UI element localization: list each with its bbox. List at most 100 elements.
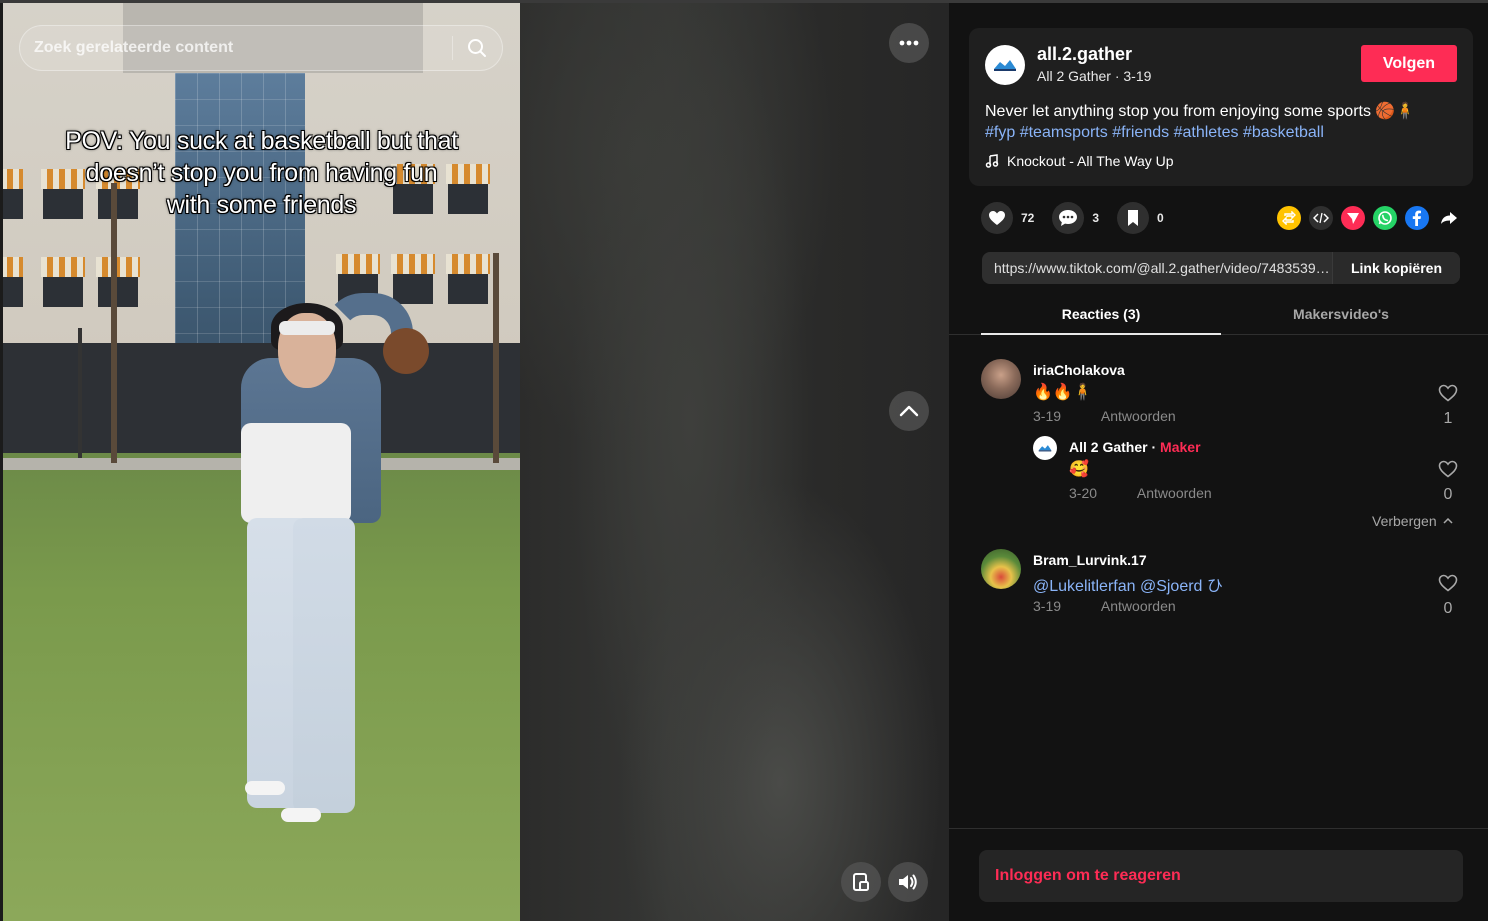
- comment-text: @Lukelitlerfan @Sjoerd ひ: [1033, 578, 1223, 595]
- comment-button[interactable]: [1052, 202, 1085, 234]
- comment-like-count: 0: [1443, 600, 1453, 617]
- reply-text: 🥰: [1069, 461, 1089, 478]
- video-player[interactable]: POV: You suck at basketball but that doe…: [0, 3, 949, 921]
- reply-button[interactable]: Antwoorden: [1137, 485, 1212, 501]
- chevron-up-icon: [899, 405, 919, 417]
- caption-line: with some friends: [166, 191, 357, 219]
- caption-line: POV: You suck at basketball but that: [65, 127, 458, 155]
- reply-like-count: 0: [1443, 486, 1453, 503]
- facebook-icon[interactable]: [1405, 206, 1429, 230]
- author-username[interactable]: all.2.gather: [1037, 44, 1132, 65]
- like-action: 72: [981, 202, 1034, 234]
- comment-meta: 3-19 Antwoorden: [1033, 408, 1176, 424]
- comment-meta: 3-19 Antwoorden: [1033, 598, 1176, 614]
- heart-outline-icon: [1438, 384, 1458, 402]
- copy-link-box: https://www.tiktok.com/@all.2.gather/vid…: [982, 252, 1460, 284]
- embed-icon[interactable]: [1309, 206, 1333, 230]
- commenter-name[interactable]: iriaCholakova: [1033, 362, 1125, 378]
- like-button[interactable]: [981, 202, 1013, 234]
- post-description: Never let anything stop you from enjoyin…: [985, 103, 1416, 120]
- bookmark-icon: [1128, 210, 1139, 226]
- save-action: 0: [1117, 202, 1164, 234]
- panel-tabs: Reacties (3) Makersvideo's: [949, 299, 1488, 335]
- chevron-up-icon: [1443, 518, 1453, 524]
- comment-like-count: 1: [1443, 410, 1453, 427]
- video-blurred-background: [520, 3, 949, 921]
- music-title: Knockout - All The Way Up: [1007, 153, 1174, 169]
- save-button[interactable]: [1117, 202, 1150, 234]
- caption-line: doesn’t stop you from having fun: [85, 159, 438, 187]
- share-more-icon[interactable]: [1437, 206, 1461, 230]
- hashtag-list: #fyp #teamsports #friends #athletes #bas…: [985, 122, 1324, 143]
- hashtag-link[interactable]: #friends: [1112, 124, 1169, 141]
- hashtag-link[interactable]: #athletes: [1174, 124, 1239, 141]
- comment-icon: [1059, 210, 1078, 226]
- share-buttons: [1277, 206, 1461, 230]
- action-bar: 72 3 0: [981, 201, 1182, 235]
- mini-player-icon: [853, 873, 869, 891]
- search-divider: [452, 36, 453, 60]
- save-count: 0: [1157, 211, 1164, 225]
- search-input[interactable]: [34, 26, 444, 70]
- reply-button[interactable]: Antwoorden: [1101, 408, 1176, 424]
- commenter-name[interactable]: Bram_Lurvink.17: [1033, 552, 1147, 568]
- comment-item: iriaCholakova 🔥🔥🧍 3-19 Antwoorden: [981, 359, 1461, 429]
- previous-video-button[interactable]: [889, 391, 929, 431]
- video-caption: POV: You suck at basketball but that doe…: [3, 125, 520, 221]
- heart-icon: [989, 211, 1005, 225]
- maker-badge: Maker: [1160, 439, 1201, 455]
- hide-replies-button[interactable]: Verbergen: [1372, 513, 1453, 529]
- music-link[interactable]: Knockout - All The Way Up: [985, 153, 1174, 169]
- comment-date: 3-19: [1033, 598, 1062, 614]
- comment-like[interactable]: 0: [1433, 574, 1463, 618]
- volume-button[interactable]: [888, 862, 928, 902]
- search-button[interactable]: [460, 32, 494, 64]
- whatsapp-icon[interactable]: [1373, 206, 1397, 230]
- music-note-icon: [985, 154, 999, 168]
- all2gather-logo: [994, 60, 1016, 71]
- hashtag-link[interactable]: #fyp: [985, 124, 1015, 141]
- comment-count: 3: [1092, 211, 1100, 225]
- reply-like[interactable]: 0: [1433, 460, 1463, 504]
- comment-item: Bram_Lurvink.17 @Lukelitlerfan @Sjoerd ひ…: [981, 549, 1461, 619]
- replier-name[interactable]: All 2 Gather: [1069, 439, 1148, 455]
- commenter-avatar[interactable]: [981, 549, 1021, 589]
- author-nickname-date: All 2 Gather · 3-19: [1037, 68, 1152, 84]
- search-icon: [468, 39, 486, 57]
- post-info-card: all.2.gather All 2 Gather · 3-19 Volgen …: [969, 28, 1473, 186]
- comment-text: 🔥🔥🧍: [1033, 384, 1093, 401]
- tab-creator-videos[interactable]: Makersvideo's: [1221, 299, 1461, 335]
- all2gather-logo: [1038, 445, 1052, 452]
- more-icon: [899, 40, 919, 46]
- reply-button[interactable]: Antwoorden: [1101, 598, 1176, 614]
- reply-item: All 2 Gather · Maker 🥰 3-20 Antwoorden: [1033, 436, 1453, 506]
- hashtag-link[interactable]: #teamsports: [1020, 124, 1108, 141]
- copy-link-button[interactable]: Link kopiëren: [1332, 252, 1460, 284]
- follow-button[interactable]: Volgen: [1361, 45, 1457, 82]
- reply-date: 3-20: [1069, 485, 1098, 501]
- heart-outline-icon: [1438, 574, 1458, 592]
- details-panel: all.2.gather All 2 Gather · 3-19 Volgen …: [949, 3, 1488, 921]
- comment-date: 3-19: [1033, 408, 1062, 424]
- repost-icon[interactable]: [1277, 206, 1301, 230]
- replier-name-line: All 2 Gather · Maker: [1069, 439, 1201, 455]
- like-count: 72: [1021, 211, 1035, 225]
- author-avatar[interactable]: [985, 45, 1025, 85]
- hide-replies-label: Verbergen: [1372, 513, 1437, 529]
- comment-action: 3: [1052, 202, 1099, 234]
- tab-comments[interactable]: Reacties (3): [981, 299, 1221, 335]
- replier-avatar[interactable]: [1033, 436, 1057, 460]
- send-icon[interactable]: [1341, 206, 1365, 230]
- comment-footer: Inloggen om te reageren: [949, 828, 1488, 921]
- volume-icon: [899, 874, 917, 890]
- video-url[interactable]: https://www.tiktok.com/@all.2.gather/vid…: [994, 260, 1334, 276]
- more-options-button[interactable]: [889, 23, 929, 63]
- hashtag-link[interactable]: #basketball: [1243, 124, 1324, 141]
- comment-like[interactable]: 1: [1433, 384, 1463, 428]
- floating-player-button[interactable]: [841, 862, 881, 902]
- commenter-avatar[interactable]: [981, 359, 1021, 399]
- login-to-comment-button[interactable]: Inloggen om te reageren: [979, 850, 1463, 902]
- reply-meta: 3-20 Antwoorden: [1069, 485, 1212, 501]
- heart-outline-icon: [1438, 460, 1458, 478]
- related-search-bar: [19, 25, 503, 71]
